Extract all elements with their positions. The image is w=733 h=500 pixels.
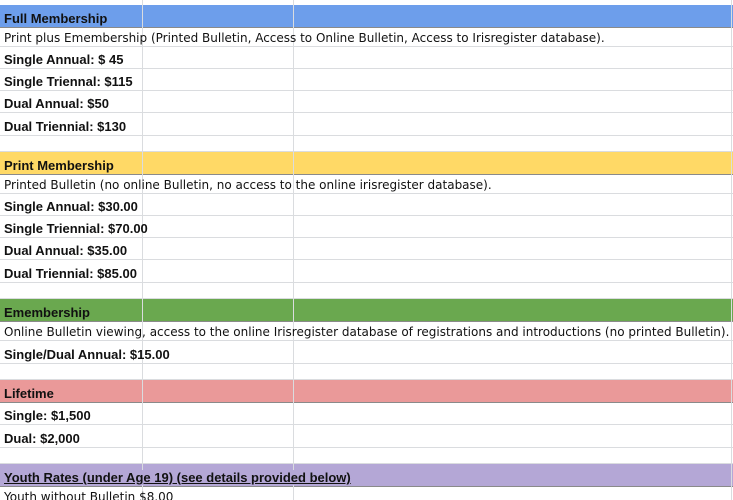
full-dual-triennial-price: Dual Triennial: $130 bbox=[4, 119, 127, 134]
full-dual-annual-price: Dual Annual: $50 bbox=[4, 96, 109, 111]
print-membership-header-row[interactable]: Print Membership bbox=[0, 152, 733, 175]
youth-rates-header-row[interactable]: Youth Rates (under Age 19) (see details … bbox=[0, 464, 733, 487]
print-single-annual-row[interactable]: Single Annual: $30.00 bbox=[0, 194, 733, 216]
full-membership-description: Print plus Emembership (Printed Bulletin… bbox=[4, 31, 605, 45]
youth-rates-header: Youth Rates (under Age 19) (see details … bbox=[4, 470, 353, 485]
lifetime-single-price: Single: $1,500 bbox=[4, 408, 91, 423]
column-divider bbox=[142, 0, 143, 500]
lifetime-dual-price: Dual: $2,000 bbox=[4, 431, 80, 446]
emembership-single-dual-price: Single/Dual Annual: $15.00 bbox=[4, 347, 170, 362]
print-dual-annual-price: Dual Annual: $35.00 bbox=[4, 243, 128, 258]
emembership-header: Emembership bbox=[4, 305, 92, 320]
lifetime-dual-row[interactable]: Dual: $2,000 bbox=[0, 425, 733, 448]
print-membership-description-row[interactable]: Printed Bulletin (no online Bulletin, no… bbox=[0, 175, 733, 194]
print-dual-annual-row[interactable]: Dual Annual: $35.00 bbox=[0, 238, 733, 260]
spreadsheet-grid: Full Membership Print plus Emembership (… bbox=[0, 0, 733, 500]
column-divider bbox=[731, 0, 732, 500]
empty-row[interactable] bbox=[0, 136, 733, 152]
youth-no-bulletin-row[interactable]: Youth without Bulletin $8.00 bbox=[0, 487, 733, 500]
empty-row[interactable] bbox=[0, 364, 733, 380]
print-single-annual-price: Single Annual: $30.00 bbox=[4, 199, 138, 214]
lifetime-header: Lifetime bbox=[4, 386, 56, 401]
emembership-single-dual-row[interactable]: Single/Dual Annual: $15.00 bbox=[0, 341, 733, 364]
full-single-triennial-row[interactable]: Single Triennal: $115 bbox=[0, 69, 733, 91]
full-single-annual-price: Single Annual: $ 45 bbox=[4, 52, 124, 67]
youth-no-bulletin-price: Youth without Bulletin $8.00 bbox=[4, 490, 174, 500]
emembership-description-row[interactable]: Online Bulletin viewing, access to the o… bbox=[0, 322, 733, 341]
empty-row[interactable] bbox=[0, 448, 733, 464]
full-single-triennial-price: Single Triennal: $115 bbox=[4, 74, 133, 89]
lifetime-single-row[interactable]: Single: $1,500 bbox=[0, 403, 733, 425]
full-membership-header-row[interactable]: Full Membership bbox=[0, 5, 733, 28]
lifetime-header-row[interactable]: Lifetime bbox=[0, 380, 733, 403]
empty-row[interactable] bbox=[0, 283, 733, 299]
emembership-description: Online Bulletin viewing, access to the o… bbox=[4, 325, 730, 339]
print-dual-triennial-row[interactable]: Dual Triennial: $85.00 bbox=[0, 260, 733, 283]
emembership-header-row[interactable]: Emembership bbox=[0, 299, 733, 322]
print-single-triennial-row[interactable]: Single Triennial: $70.00 bbox=[0, 216, 733, 238]
full-membership-header: Full Membership bbox=[4, 11, 110, 26]
full-membership-description-row[interactable]: Print plus Emembership (Printed Bulletin… bbox=[0, 28, 733, 47]
print-single-triennial-price: Single Triennial: $70.00 bbox=[4, 221, 148, 236]
print-membership-header: Print Membership bbox=[4, 158, 116, 173]
print-dual-triennial-price: Dual Triennial: $85.00 bbox=[4, 266, 137, 281]
print-membership-description: Printed Bulletin (no online Bulletin, no… bbox=[4, 178, 492, 192]
column-divider bbox=[293, 0, 294, 500]
full-dual-annual-row[interactable]: Dual Annual: $50 bbox=[0, 91, 733, 113]
full-dual-triennial-row[interactable]: Dual Triennial: $130 bbox=[0, 113, 733, 136]
full-single-annual-row[interactable]: Single Annual: $ 45 bbox=[0, 47, 733, 69]
